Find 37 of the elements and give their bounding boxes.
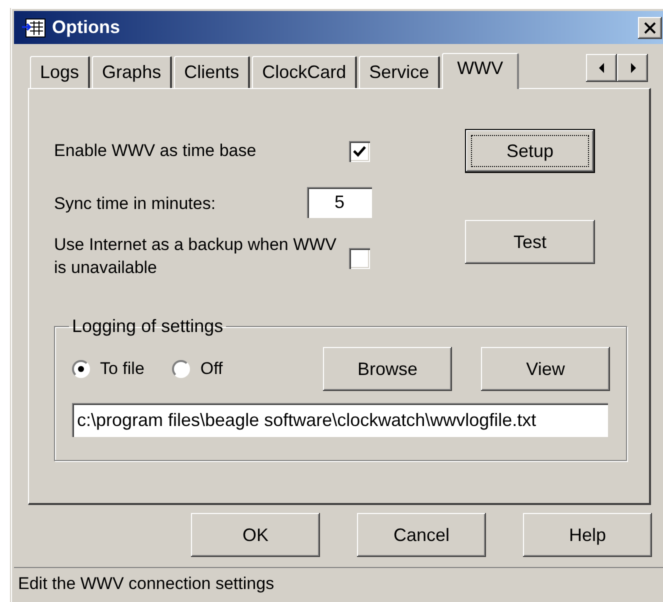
- scroll-right-button[interactable]: [617, 54, 648, 82]
- log-button[interactable]: Browse: [323, 347, 452, 391]
- right-arrow-icon: [628, 62, 636, 74]
- sync-time-field[interactable]: 5: [307, 187, 372, 218]
- radio-label: Off: [200, 359, 223, 379]
- scroll-left-button[interactable]: [586, 54, 617, 82]
- tab[interactable]: WWV: [442, 53, 520, 89]
- log-button[interactable]: View: [481, 347, 610, 391]
- tab[interactable]: ClockCard: [252, 56, 358, 88]
- dialog-button[interactable]: OK: [191, 513, 320, 557]
- radio-option[interactable]: Off: [172, 359, 223, 379]
- close-button[interactable]: [638, 16, 662, 38]
- group-title: Logging of settings: [71, 316, 224, 337]
- close-icon: [643, 20, 657, 34]
- internet-backup-label: Use Internet as a backup when WWV is unavailable: [54, 234, 338, 279]
- enable-wwv-checkbox[interactable]: [349, 140, 370, 162]
- sync-time-label: Sync time in minutes:: [54, 194, 217, 215]
- app-icon: [22, 18, 46, 38]
- check-icon: [353, 146, 366, 156]
- setup-button[interactable]: Setup: [465, 129, 595, 173]
- status-text: Edit the WWV connection settings: [18, 574, 274, 593]
- window-title: Options: [52, 17, 120, 38]
- radio-button[interactable]: [72, 360, 90, 378]
- internet-backup-checkbox[interactable]: [349, 248, 370, 269]
- tab[interactable]: Clients: [174, 56, 250, 88]
- test-button[interactable]: Test: [465, 220, 595, 264]
- tab[interactable]: Logs: [30, 56, 90, 88]
- log-path-field[interactable]: c:\program files\beagle software\clockwatch\wwvlogfile.txt: [72, 403, 608, 437]
- left-arrow-icon: [598, 62, 606, 74]
- dialog-button[interactable]: Cancel: [357, 513, 486, 557]
- radio-button[interactable]: [172, 360, 190, 378]
- tab[interactable]: Service: [359, 56, 440, 88]
- tab[interactable]: Graphs: [92, 56, 172, 88]
- dialog-button[interactable]: Help: [523, 513, 652, 557]
- radio-option[interactable]: To file: [72, 359, 144, 379]
- radio-label: To file: [100, 359, 144, 379]
- enable-wwv-label: Enable WWV as time base: [54, 141, 258, 161]
